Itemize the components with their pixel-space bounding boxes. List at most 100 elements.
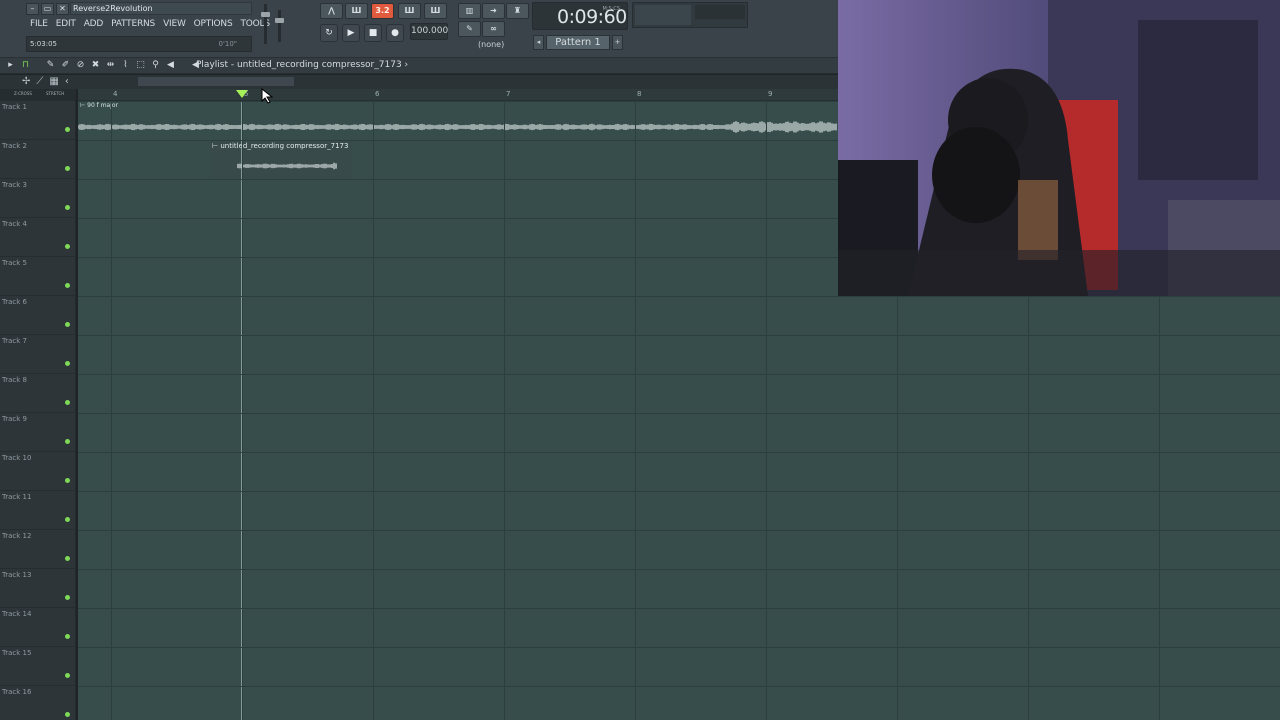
link-icon[interactable]: ∞ — [482, 21, 505, 37]
track-name: Track 6 — [2, 298, 27, 306]
menu-file[interactable]: FILE — [26, 18, 52, 30]
track-header[interactable]: Track 10 — [0, 452, 76, 491]
track-enable-icon[interactable] — [65, 673, 70, 678]
track-lane-line — [78, 491, 1280, 492]
wait-icon[interactable]: Ш — [345, 3, 368, 19]
multilink-icon[interactable]: ♜ — [506, 3, 529, 19]
timeline-ruler[interactable]: 456789 — [78, 89, 838, 101]
delete-tool-icon[interactable]: ⊘ — [74, 59, 87, 72]
play-button[interactable]: ▶ — [342, 24, 360, 42]
track-enable-icon[interactable] — [65, 244, 70, 249]
track-enable-icon[interactable] — [65, 712, 70, 717]
track-header[interactable]: Track 15 — [0, 647, 76, 686]
paint-tool-icon[interactable]: ✐ — [59, 59, 72, 72]
track-lane-line — [78, 686, 1280, 687]
snap-selector[interactable]: (none) — [478, 40, 504, 49]
menu-options[interactable]: OPTIONS — [190, 18, 237, 30]
move-icon[interactable]: ✢ — [22, 76, 30, 88]
track-header[interactable]: Track 8 — [0, 374, 76, 413]
blend-notes-icon[interactable]: Ш — [398, 3, 421, 19]
minimize-button[interactable]: – — [26, 3, 39, 15]
track-name: Track 2 — [2, 142, 27, 150]
typing-keyboard-icon[interactable]: ▥ — [458, 3, 481, 19]
horizontal-scrollbar[interactable] — [138, 77, 294, 86]
stretch-icon[interactable]: ⟋ — [36, 76, 43, 88]
select-tool-icon[interactable]: ⬚ — [134, 59, 147, 72]
track-enable-icon[interactable] — [65, 634, 70, 639]
audio-clip-90-f-major[interactable]: ⊢ 90 f major — [78, 101, 838, 140]
track-header[interactable]: Track 14 — [0, 608, 76, 647]
menu-add[interactable]: ADD — [80, 18, 107, 30]
track-header[interactable]: Track 4 — [0, 218, 76, 257]
countdown-icon[interactable]: 3.2 — [371, 3, 394, 19]
track-enable-icon[interactable] — [65, 166, 70, 171]
track-header[interactable]: Track 5 — [0, 257, 76, 296]
track-header[interactable]: Track 12 — [0, 530, 76, 569]
options-arrow-icon[interactable]: ▸ — [4, 59, 17, 72]
record-button[interactable]: ● — [386, 24, 404, 42]
audio-clip-recording[interactable]: ⊢ untitled_recording compressor_7173 — [210, 140, 352, 179]
loop-record-icon[interactable]: Ш — [424, 3, 447, 19]
track-lane-line — [78, 608, 1280, 609]
track-enable-icon[interactable] — [65, 283, 70, 288]
playhead-marker[interactable] — [236, 90, 248, 98]
snap-panel: ▥ ➜ ♜ ✎ ∞ (none) — [456, 2, 530, 54]
zcross-label[interactable]: Z-CROSS — [14, 91, 32, 96]
tempo-display[interactable]: 100.000 — [410, 23, 448, 40]
restore-button[interactable]: ▭ — [41, 3, 54, 15]
track-header[interactable]: Track 11 — [0, 491, 76, 530]
track-enable-icon[interactable] — [65, 556, 70, 561]
close-button[interactable]: ✕ — [56, 3, 69, 15]
bar-line — [242, 101, 243, 720]
master-pitch-slider[interactable] — [275, 10, 284, 42]
track-name: Track 3 — [2, 181, 27, 189]
cpu-meter — [635, 5, 691, 25]
menu-patterns[interactable]: PATTERNS — [107, 18, 159, 30]
stretch-label[interactable]: STRETCH — [46, 91, 64, 96]
track-enable-icon[interactable] — [65, 595, 70, 600]
track-header[interactable]: Track 2 — [0, 140, 76, 179]
hint-duration: 0'10" — [218, 40, 237, 48]
track-enable-icon[interactable] — [65, 400, 70, 405]
scroll-left-icon[interactable]: ‹ — [65, 76, 69, 88]
track-header[interactable]: Track 7 — [0, 335, 76, 374]
zoom-tool-icon[interactable]: ⚲ — [149, 59, 162, 72]
track-header[interactable]: Track 13 — [0, 569, 76, 608]
loop-icon[interactable]: ↻ — [320, 24, 338, 42]
master-volume-slider[interactable] — [261, 4, 270, 44]
track-enable-icon[interactable] — [65, 322, 70, 327]
mute-tool-icon[interactable]: ✖ — [89, 59, 102, 72]
playback-tool-icon[interactable]: ◀ — [164, 59, 177, 72]
menu-view[interactable]: VIEW — [159, 18, 190, 30]
slice-tool-icon[interactable]: ⌇ — [119, 59, 132, 72]
bar-number: 9 — [768, 90, 773, 98]
track-header[interactable]: Track 9 — [0, 413, 76, 452]
grid-icon[interactable]: ▦ — [49, 76, 58, 88]
hint-time: 5:03:05 — [30, 40, 57, 48]
track-header[interactable]: Track 6 — [0, 296, 76, 335]
magnet-icon[interactable]: ⊓ — [19, 59, 32, 72]
menu-edit[interactable]: EDIT — [52, 18, 80, 30]
draw-tool-icon[interactable]: ✎ — [44, 59, 57, 72]
track-enable-icon[interactable] — [65, 517, 70, 522]
slip-tool-icon[interactable]: ⇹ — [104, 59, 117, 72]
track-enable-icon[interactable] — [65, 439, 70, 444]
waveform — [78, 121, 837, 133]
bar-number: 6 — [375, 90, 380, 98]
pattern-prev-button[interactable]: ◂ — [533, 35, 544, 50]
track-enable-icon[interactable] — [65, 127, 70, 132]
song-position-display[interactable]: 0:09:60 M:S:CS — [532, 2, 628, 30]
step-edit-icon[interactable]: ➜ — [482, 3, 505, 19]
track-lane-line — [78, 335, 1280, 336]
track-enable-icon[interactable] — [65, 205, 70, 210]
stop-button[interactable]: ■ — [364, 24, 382, 42]
track-enable-icon[interactable] — [65, 478, 70, 483]
track-header[interactable]: Track 3 — [0, 179, 76, 218]
track-header[interactable]: Track 1 — [0, 101, 76, 140]
track-enable-icon[interactable] — [65, 361, 70, 366]
pattern-name[interactable]: Pattern 1 — [546, 35, 610, 50]
metronome-icon[interactable]: ⋀ — [320, 3, 343, 19]
pencil-icon[interactable]: ✎ — [458, 21, 481, 37]
track-header[interactable]: Track 16 — [0, 686, 76, 720]
pattern-add-button[interactable]: + — [612, 35, 623, 50]
